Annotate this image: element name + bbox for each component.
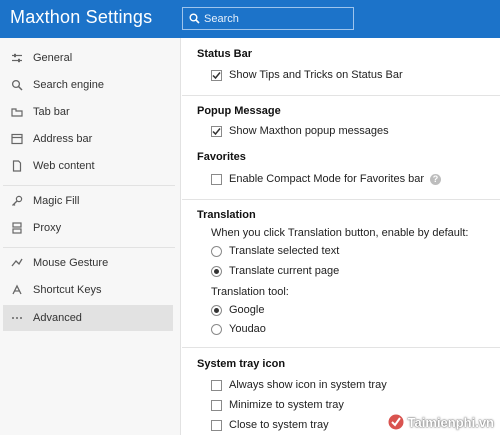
- sidebar-item-address-bar[interactable]: Address bar: [3, 126, 173, 152]
- option-translate-page[interactable]: Translate current page: [211, 264, 339, 278]
- title-bar: Maxthon Settings: [0, 0, 500, 38]
- option-label: Enable Compact Mode for Favorites bar: [229, 173, 425, 185]
- option-label: Minimize to system tray: [229, 399, 344, 411]
- sidebar-item-magic-fill[interactable]: Magic Fill: [3, 188, 173, 214]
- option-label: Close to system tray: [229, 419, 329, 431]
- sidebar-item-web-content[interactable]: Web content: [3, 153, 173, 179]
- option-label: Always show icon in system tray: [229, 379, 387, 391]
- google-radio[interactable]: [211, 304, 222, 316]
- proxy-icon: [10, 221, 24, 235]
- sidebar-item-shortcut-keys[interactable]: Shortcut Keys: [3, 277, 173, 303]
- option-google[interactable]: Google: [211, 303, 264, 317]
- minimize-tray-checkbox[interactable]: [211, 399, 222, 411]
- sliders-icon: [10, 51, 24, 65]
- search-box[interactable]: [182, 7, 354, 30]
- document-icon: [10, 159, 24, 173]
- option-label: Translate selected text: [229, 245, 340, 257]
- section-divider: [182, 347, 500, 348]
- sidebar: General Search engine Tab bar Address ba…: [0, 38, 181, 435]
- sidebar-item-label: Address bar: [33, 133, 93, 145]
- section-title-popup: Popup Message: [197, 105, 281, 117]
- sidebar-divider: [3, 185, 175, 186]
- sidebar-item-label: Proxy: [33, 222, 62, 234]
- key-icon: [10, 194, 24, 208]
- sidebar-item-tab-bar[interactable]: Tab bar: [3, 99, 173, 125]
- radio-dot: [214, 307, 219, 313]
- option-youdao[interactable]: Youdao: [211, 322, 266, 336]
- sidebar-item-label: Magic Fill: [33, 195, 80, 207]
- watermark: Taimienphi.vn: [387, 413, 494, 431]
- show-popup-checkbox[interactable]: [211, 125, 222, 137]
- sidebar-divider: [3, 247, 175, 248]
- settings-panel: Status Bar Show Tips and Tricks on Statu…: [182, 38, 500, 435]
- sidebar-item-proxy[interactable]: Proxy: [3, 215, 173, 241]
- option-label: Show Maxthon popup messages: [229, 125, 389, 137]
- section-title-status-bar: Status Bar: [197, 48, 253, 60]
- always-show-checkbox[interactable]: [211, 379, 222, 391]
- section-title-tray: System tray icon: [197, 358, 286, 370]
- watermark-text: Taimienphi.vn: [407, 414, 494, 430]
- option-label: Google: [229, 304, 265, 316]
- compact-mode-checkbox[interactable]: [211, 173, 222, 185]
- sidebar-item-label: Advanced: [33, 312, 82, 324]
- option-label: Youdao: [229, 323, 266, 335]
- youdao-radio[interactable]: [211, 323, 222, 335]
- sidebar-item-label: Shortcut Keys: [33, 284, 102, 296]
- close-tray-checkbox[interactable]: [211, 419, 222, 431]
- help-icon[interactable]: ?: [430, 173, 442, 185]
- sidebar-item-search-engine[interactable]: Search engine: [3, 72, 173, 98]
- radio-dot: [214, 268, 219, 274]
- option-show-popup[interactable]: Show Maxthon popup messages: [211, 124, 389, 138]
- translate-selected-radio[interactable]: [211, 245, 222, 257]
- watermark-logo-icon: [387, 413, 405, 431]
- option-show-tips[interactable]: Show Tips and Tricks on Status Bar: [211, 68, 403, 82]
- checkmark-icon: [212, 127, 221, 135]
- sidebar-item-general[interactable]: General: [3, 45, 173, 71]
- mouse-gesture-icon: [10, 256, 24, 270]
- translation-prompt: When you click Translation button, enabl…: [211, 227, 469, 239]
- option-always-show[interactable]: Always show icon in system tray: [211, 378, 387, 392]
- sidebar-item-label: Mouse Gesture: [33, 257, 109, 269]
- search-input[interactable]: [204, 12, 344, 25]
- address-bar-icon: [10, 132, 24, 146]
- sidebar-item-label: Search engine: [33, 79, 104, 91]
- option-compact-mode[interactable]: Enable Compact Mode for Favorites bar ?: [211, 172, 442, 186]
- search-icon: [189, 13, 200, 24]
- section-divider: [182, 199, 500, 200]
- sidebar-item-label: Web content: [33, 160, 95, 172]
- sidebar-item-label: General: [33, 52, 73, 64]
- section-title-translation: Translation: [197, 209, 256, 221]
- option-close-tray[interactable]: Close to system tray: [211, 418, 329, 432]
- sidebar-item-advanced[interactable]: Advanced: [3, 305, 173, 331]
- section-divider: [182, 95, 500, 96]
- option-label: Show Tips and Tricks on Status Bar: [229, 69, 403, 81]
- keyboard-icon: [10, 283, 24, 297]
- search-icon: [10, 78, 24, 92]
- tab-icon: [10, 105, 24, 119]
- sidebar-item-label: Tab bar: [33, 106, 70, 118]
- ellipsis-icon: [10, 311, 24, 325]
- sidebar-item-mouse-gesture[interactable]: Mouse Gesture: [3, 250, 173, 276]
- show-tips-checkbox[interactable]: [211, 69, 222, 81]
- option-translate-selected[interactable]: Translate selected text: [211, 244, 339, 258]
- option-label: Translate current page: [229, 265, 340, 277]
- window-title: Maxthon Settings: [10, 7, 153, 27]
- translation-tool-label: Translation tool:: [211, 286, 289, 298]
- checkmark-icon: [212, 71, 221, 79]
- translate-page-radio[interactable]: [211, 265, 222, 277]
- section-title-favorites: Favorites: [197, 151, 246, 163]
- option-minimize-tray[interactable]: Minimize to system tray: [211, 398, 344, 412]
